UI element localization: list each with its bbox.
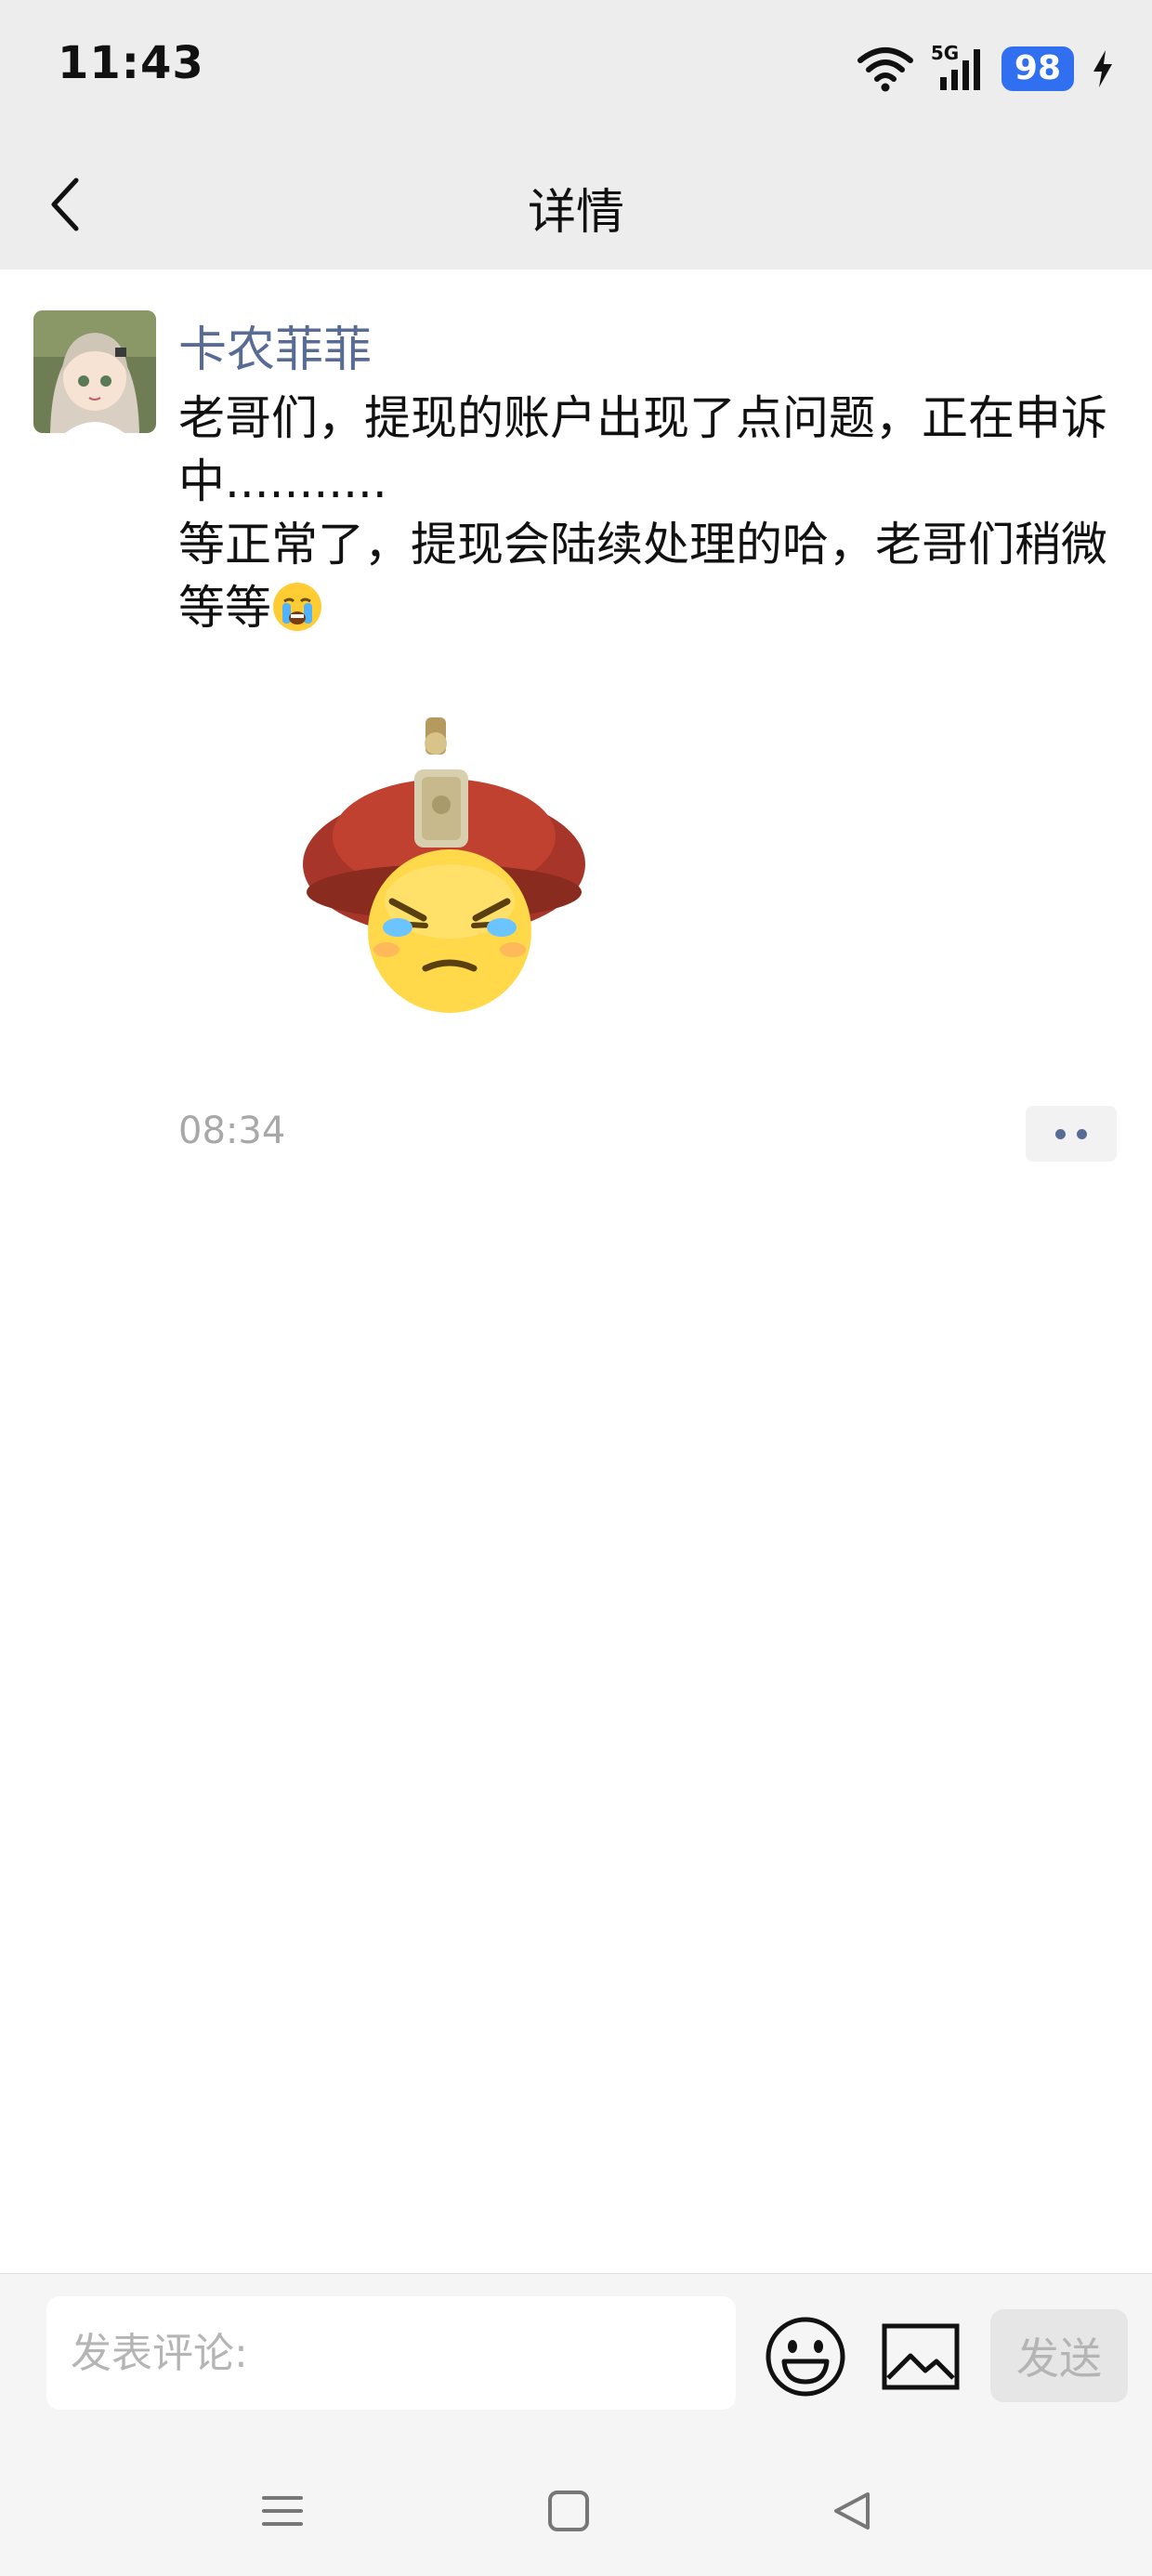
page-title: 详情 bbox=[527, 185, 624, 241]
charging-icon bbox=[1093, 50, 1112, 87]
status-icons: 5G 98 bbox=[857, 41, 1115, 97]
avatar[interactable] bbox=[33, 310, 156, 433]
wifi-icon bbox=[857, 47, 913, 92]
home-square-icon bbox=[548, 2491, 589, 2531]
battery-icon: 98 bbox=[1001, 46, 1074, 91]
menu-button[interactable] bbox=[255, 2483, 310, 2539]
post-text: 老哥们，提现的账户出现了点问题，正在申诉中........... 等正常了，提现… bbox=[178, 387, 1117, 639]
back-triangle-icon bbox=[834, 2492, 870, 2530]
crying-emoji-icon bbox=[271, 581, 323, 633]
home-button[interactable] bbox=[541, 2483, 596, 2539]
emperor-hat-crying-sticker[interactable] bbox=[295, 716, 593, 1032]
status-time: 11:43 bbox=[58, 37, 204, 89]
title-bar: 详情 bbox=[0, 139, 1152, 269]
smiley-icon bbox=[766, 2317, 845, 2397]
more-options-button[interactable] bbox=[1026, 1106, 1117, 1162]
post-time: 08:34 bbox=[178, 1110, 286, 1152]
post-author-name[interactable]: 卡农菲菲 bbox=[178, 310, 372, 380]
signal-icon: 5G bbox=[931, 42, 985, 92]
status-bar: 11:43 5G 98 bbox=[0, 0, 1152, 139]
image-button[interactable] bbox=[879, 2317, 962, 2397]
system-nav-bar bbox=[0, 2444, 1152, 2576]
comment-input[interactable] bbox=[46, 2296, 736, 2410]
comment-bar: 发送 bbox=[0, 2273, 1152, 2445]
more-dots-icon bbox=[1077, 1128, 1087, 1139]
back-nav-button[interactable] bbox=[825, 2483, 881, 2539]
emoji-button[interactable] bbox=[764, 2315, 847, 2399]
post-text-line-1: 老哥们，提现的账户出现了点问题，正在申诉中........... bbox=[178, 391, 1107, 508]
image-icon bbox=[882, 2323, 960, 2390]
send-button[interactable]: 发送 bbox=[990, 2309, 1128, 2402]
menu-icon bbox=[262, 2496, 303, 2526]
more-dots-icon bbox=[1055, 1128, 1066, 1139]
